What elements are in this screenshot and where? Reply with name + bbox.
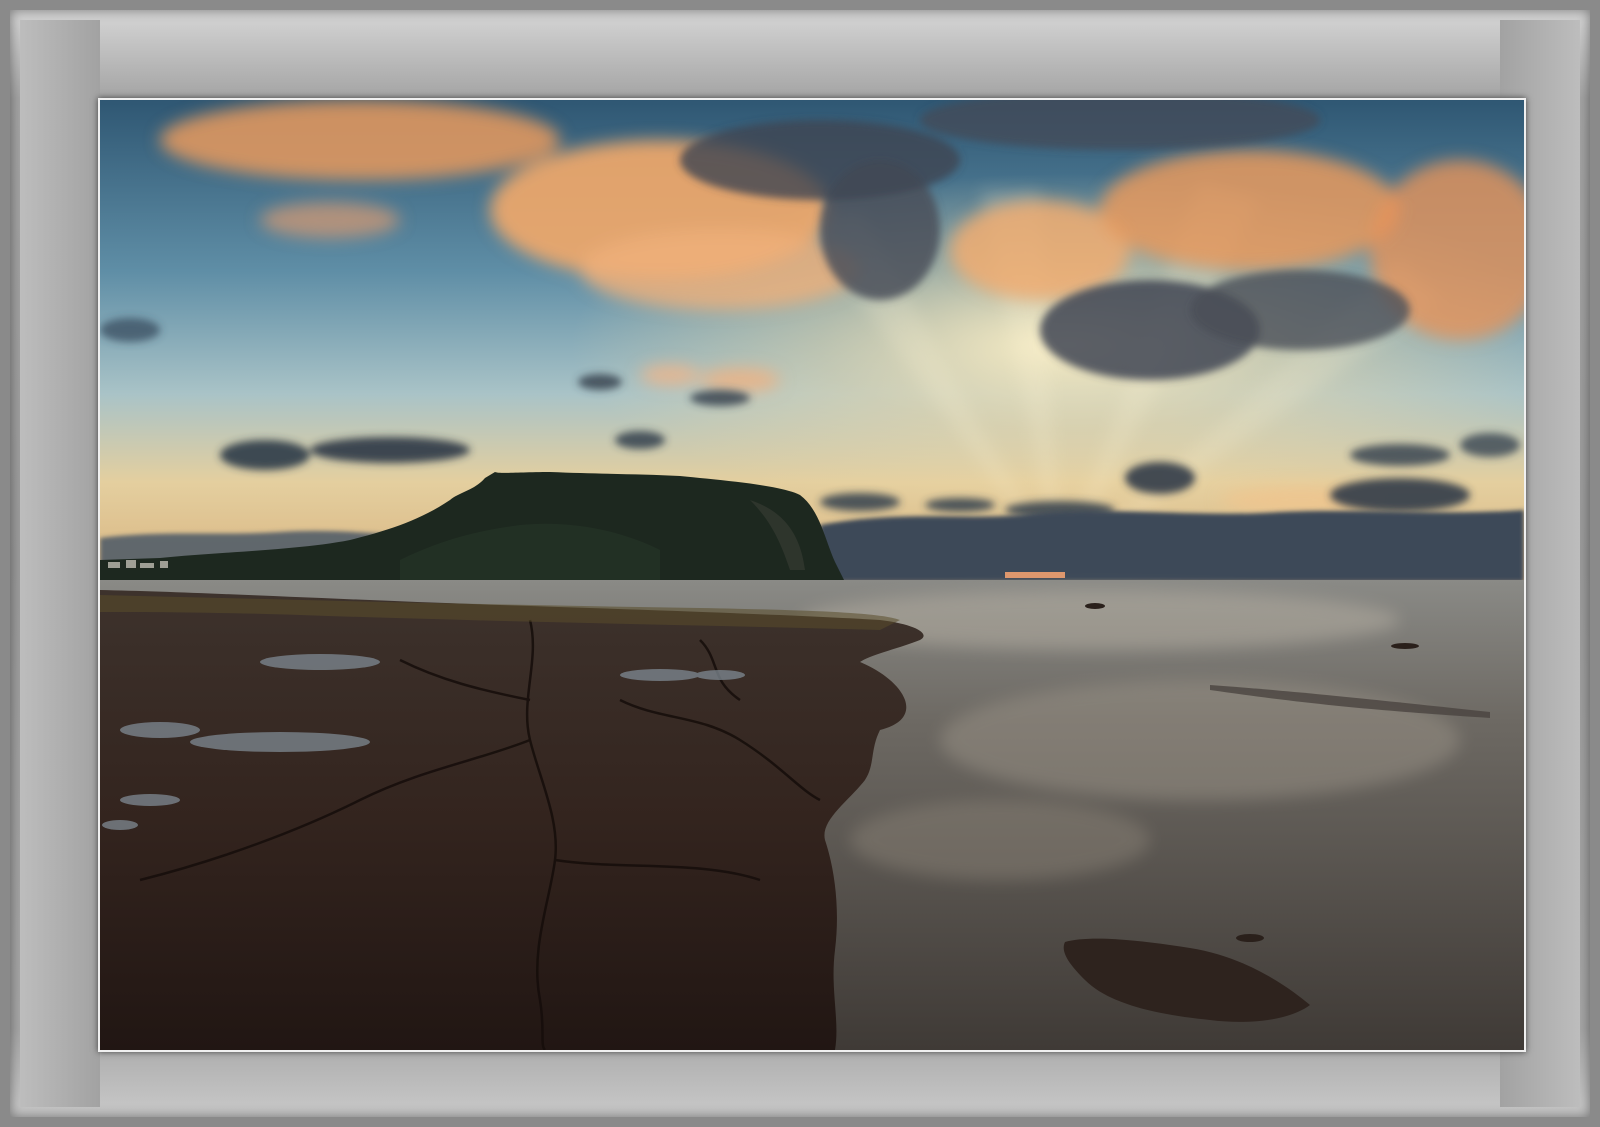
small-rock-horizon [1085, 603, 1105, 609]
small-rock-far [1391, 643, 1419, 649]
landscape-photo [100, 100, 1524, 1050]
photo [98, 98, 1526, 1052]
rock-shelf [100, 590, 924, 1050]
small-rock [1236, 934, 1264, 942]
picture-frame [0, 0, 1600, 1127]
frame-left-bevel [20, 20, 100, 1107]
horizon-sun-sliver [1005, 572, 1065, 578]
